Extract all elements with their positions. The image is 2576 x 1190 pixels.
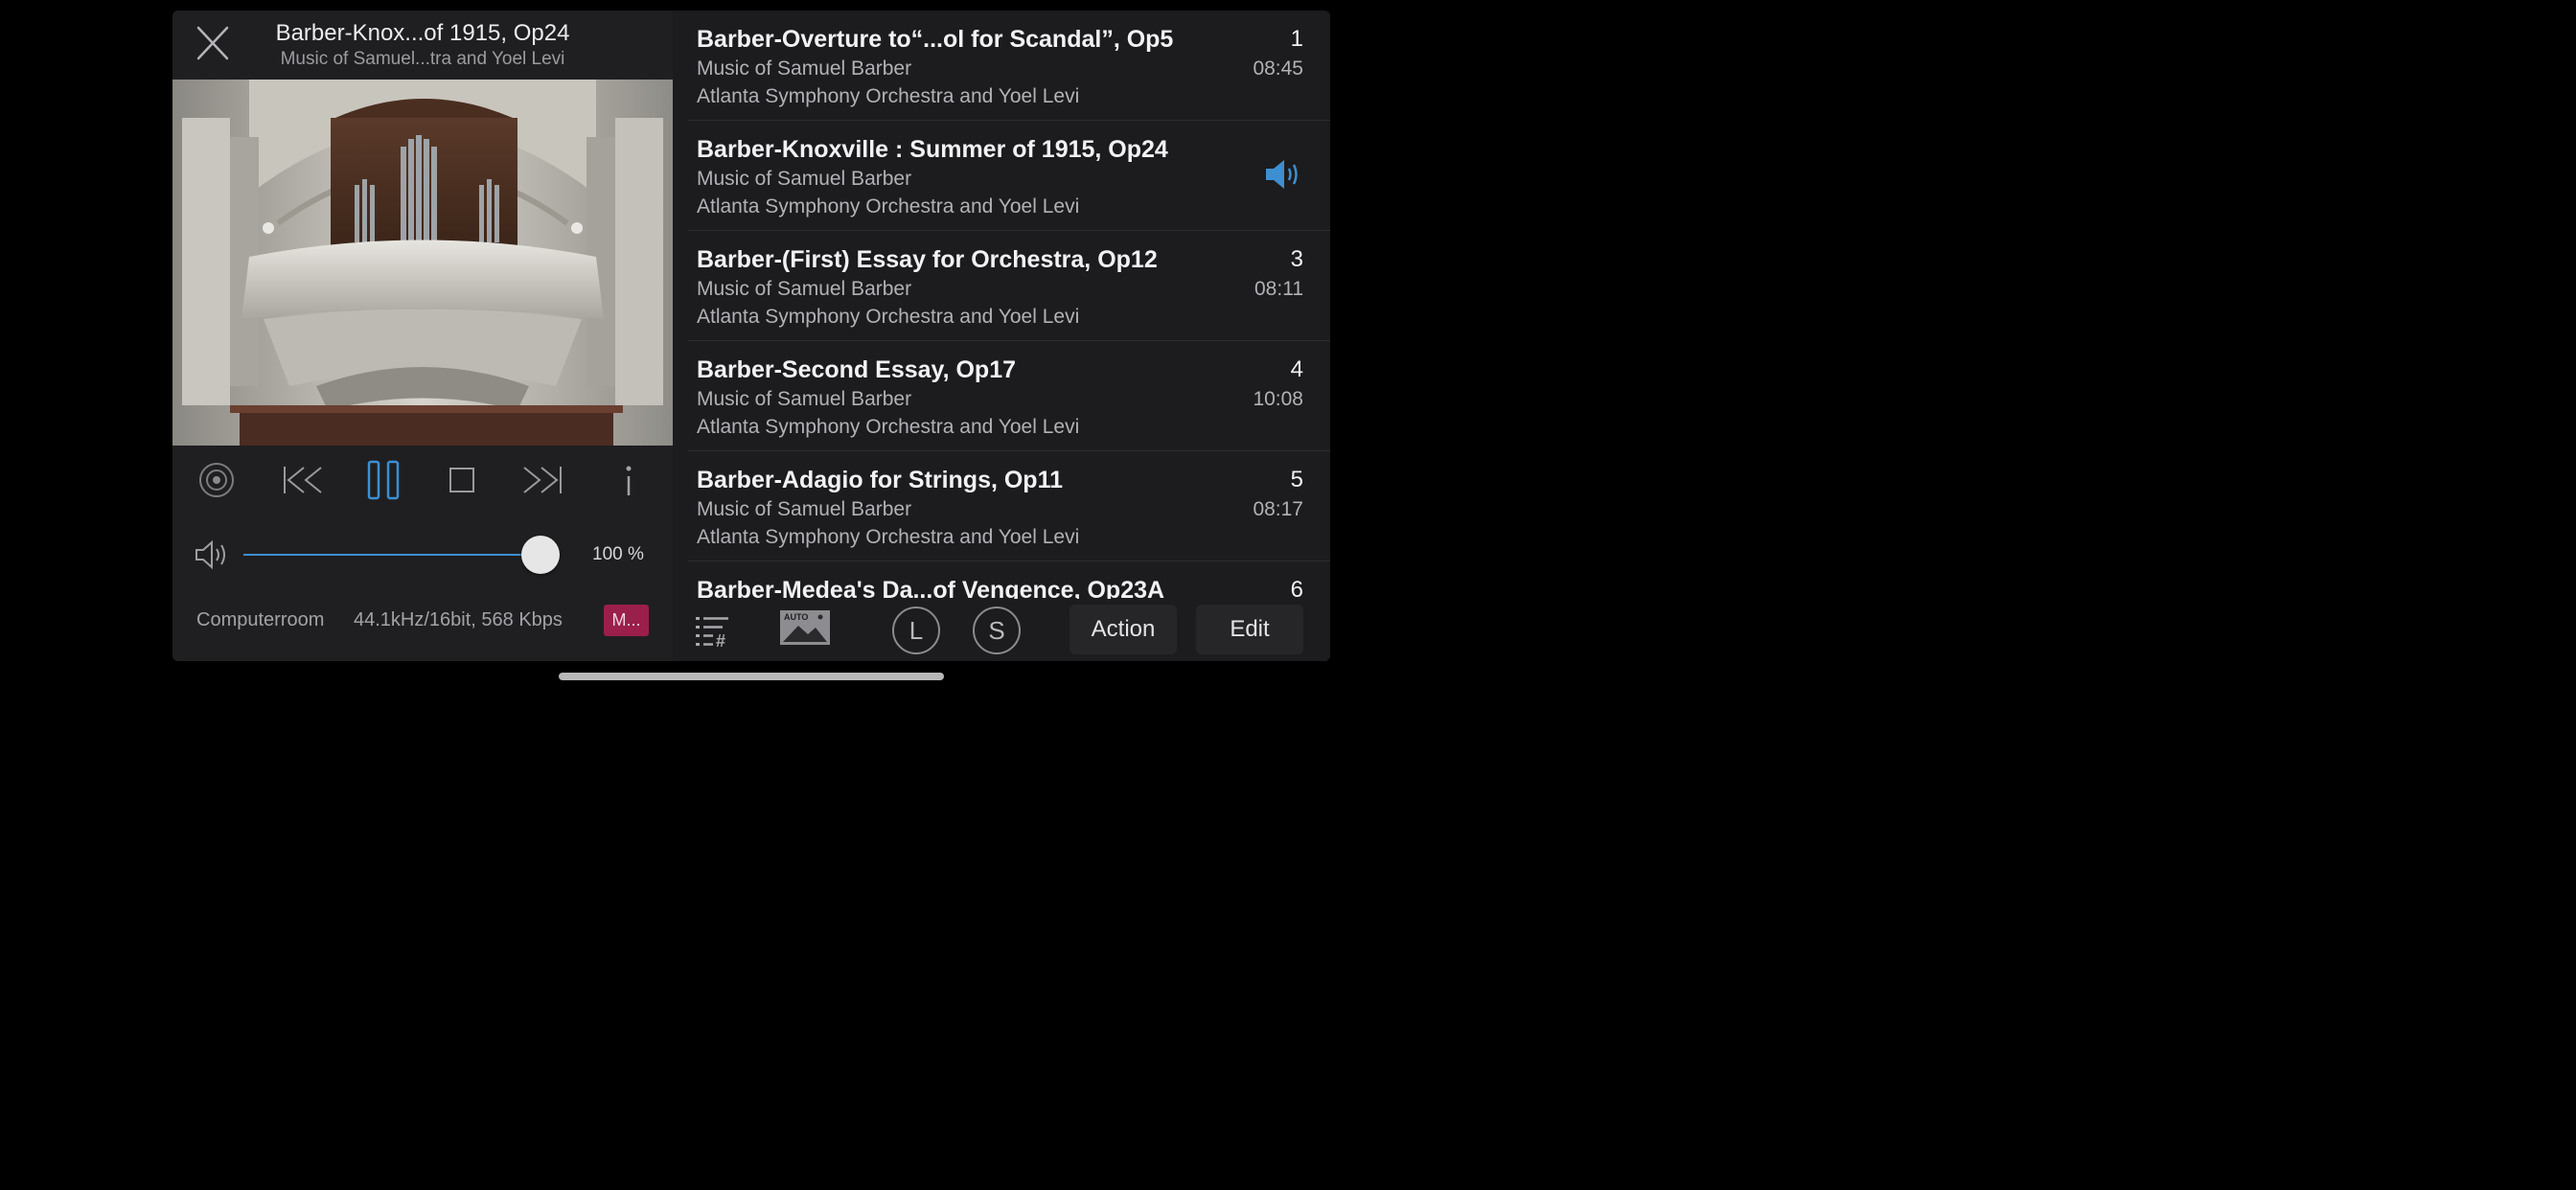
source-badge[interactable]: M... — [604, 605, 649, 636]
track-title: Barber-Overture to“...ol for Scandal”, O… — [697, 26, 1174, 53]
track-row[interactable]: Barber-Adagio for Strings, Op11 Music of … — [688, 451, 1330, 561]
track-title: Barber-Medea's Da...of Vengence, Op23A — [697, 577, 1165, 599]
track-album: Music of Samuel Barber — [697, 498, 912, 520]
track-duration: 10:08 — [1253, 388, 1303, 410]
track-artist: Atlanta Symphony Orchestra and Yoel Levi — [697, 416, 1080, 438]
edit-button[interactable]: Edit — [1196, 605, 1303, 654]
output-device[interactable]: Computerroom — [196, 609, 324, 631]
track-number: 3 — [1290, 246, 1303, 272]
info-icon[interactable] — [619, 461, 638, 499]
volume-percent: 100 % — [592, 544, 644, 564]
svg-text:#: # — [716, 631, 725, 649]
now-playing-subtitle: Music of Samuel...tra and Yoel Levi — [280, 49, 565, 69]
track-title: Barber-Knoxville : Summer of 1915, Op24 — [697, 136, 1168, 163]
track-number: 5 — [1290, 467, 1303, 492]
track-title: Barber-(First) Essay for Orchestra, Op12 — [697, 246, 1158, 273]
track-album: Music of Samuel Barber — [697, 57, 912, 80]
action-button[interactable]: Action — [1070, 605, 1177, 654]
track-album: Music of Samuel Barber — [697, 168, 912, 190]
auto-label: AUTO — [784, 612, 808, 622]
now-playing-header: Barber-Knox...of 1915, Op24 Music of Sam… — [172, 11, 673, 80]
volume-knob[interactable] — [521, 536, 560, 574]
track-title: Barber-Adagio for Strings, Op11 — [697, 467, 1064, 493]
track-row[interactable]: Barber-Medea's Da...of Vengence, Op23A 6 — [688, 561, 1330, 599]
track-title: Barber-Second Essay, Op17 — [697, 356, 1017, 383]
transport-controls — [172, 453, 673, 507]
track-row[interactable]: Barber-Second Essay, Op17 Music of Samuel… — [688, 341, 1330, 451]
radio-icon[interactable] — [197, 461, 236, 499]
auto-artwork-button[interactable]: AUTO — [780, 610, 830, 645]
track-duration: 08:17 — [1253, 498, 1303, 520]
home-indicator[interactable] — [559, 673, 944, 680]
close-icon[interactable] — [194, 24, 232, 62]
numbered-list-icon[interactable]: # — [694, 614, 736, 651]
next-icon[interactable] — [519, 461, 564, 499]
track-number: 6 — [1290, 577, 1303, 599]
now-playing-speaker-icon — [1264, 157, 1304, 192]
track-duration: 08:45 — [1253, 57, 1303, 80]
now-playing-panel: Barber-Knox...of 1915, Op24 Music of Sam… — [172, 11, 673, 661]
track-row[interactable]: Barber-(First) Essay for Orchestra, Op12… — [688, 231, 1330, 341]
pause-icon[interactable] — [366, 460, 401, 500]
audio-format: 44.1kHz/16bit, 568 Kbps — [354, 609, 563, 630]
track-list[interactable]: Barber-Overture to“...ol for Scandal”, O… — [673, 11, 1330, 599]
speaker-icon[interactable] — [194, 539, 230, 570]
track-album: Music of Samuel Barber — [697, 278, 912, 300]
playlist-panel: Barber-Overture to“...ol for Scandal”, O… — [673, 11, 1330, 661]
track-row[interactable]: Barber-Knoxville : Summer of 1915, Op24 M… — [688, 121, 1330, 231]
playback-info: Computerroom 44.1kHz/16bit, 568 Kbps M..… — [172, 605, 673, 637]
s-button[interactable]: S — [973, 606, 1021, 654]
l-button[interactable]: L — [892, 606, 940, 654]
track-number: 1 — [1290, 26, 1303, 52]
track-album: Music of Samuel Barber — [697, 388, 912, 410]
volume-slider[interactable] — [243, 536, 560, 574]
app-window: Barber-Knox...of 1915, Op24 Music of Sam… — [172, 11, 1330, 661]
track-number: 4 — [1290, 356, 1303, 382]
now-playing-title: Barber-Knox...of 1915, Op24 — [275, 20, 570, 46]
track-artist: Atlanta Symphony Orchestra and Yoel Levi — [697, 85, 1080, 107]
album-artwork[interactable] — [172, 80, 673, 446]
track-artist: Atlanta Symphony Orchestra and Yoel Levi — [697, 306, 1080, 328]
track-artist: Atlanta Symphony Orchestra and Yoel Levi — [697, 526, 1080, 548]
previous-icon[interactable] — [282, 461, 326, 499]
stop-icon[interactable] — [448, 461, 475, 499]
volume-fill — [243, 554, 540, 556]
track-row[interactable]: Barber-Overture to“...ol for Scandal”, O… — [688, 11, 1330, 121]
bottom-toolbar: # AUTO L S Action Edit — [673, 599, 1330, 661]
volume-control: 100 % — [172, 532, 673, 578]
track-artist: Atlanta Symphony Orchestra and Yoel Levi — [697, 195, 1080, 217]
track-duration: 08:11 — [1254, 278, 1303, 300]
